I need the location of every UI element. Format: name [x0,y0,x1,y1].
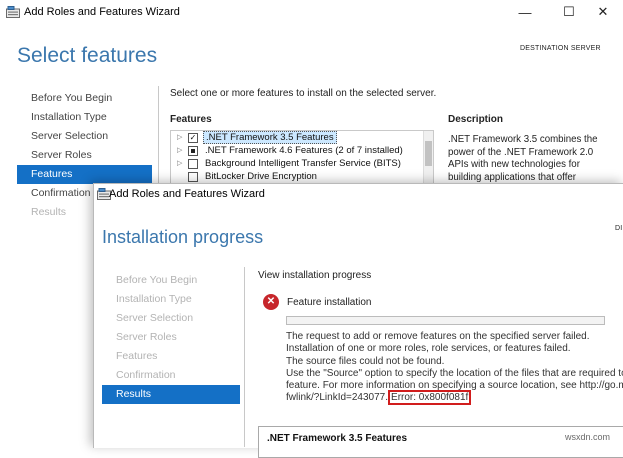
expand-arrow-icon[interactable]: ▷ [177,157,182,170]
nav-divider [244,267,245,447]
nav-server-roles: Server Roles [116,331,177,343]
nav-confirmation: Confirmation [116,369,176,381]
installation-details: The request to add or remove features on… [286,331,623,406]
error-icon: ✕ [263,294,279,310]
installation-progress-bar [286,316,605,325]
checkbox-unchecked-icon[interactable] [188,172,198,182]
details-last-line: fwlink/?LinkId=243077. Error: 0x800f081f [286,390,623,406]
nav-before-you-begin[interactable]: Before You Begin [17,89,152,108]
destination-server-label: DI [615,225,623,232]
progress-page-title: Installation progress [102,227,264,247]
description-line: power of the .NET Framework 2.0 [448,146,594,158]
features-header: Features [170,114,212,125]
details-line: Installation of one or more roles, role … [286,343,571,355]
expand-arrow-icon[interactable]: ▷ [177,131,182,144]
feature-row[interactable]: ▷ Background Intelligent Transfer Servic… [171,157,433,170]
window-title: Add Roles and Features Wizard [109,188,265,200]
nav-installation-type: Installation Type [116,293,192,305]
description-line: APIs with new technologies for [448,159,580,170]
title-bar[interactable]: Add Roles and Features Wizard [94,184,623,210]
nav-server-selection[interactable]: Server Selection [17,127,152,146]
feature-label: Background Intelligent Transfer Service … [205,158,401,169]
details-line: The source files could not be found. [286,355,445,367]
checkbox-checked-icon[interactable]: ✓ [188,133,198,143]
description-line: .NET Framework 3.5 combines the [448,134,598,145]
close-button[interactable]: ✕ [583,0,623,24]
result-feature-label: .NET Framework 3.5 Features [267,433,408,444]
nav-divider [158,86,159,186]
nav-before-you-begin: Before You Begin [116,274,198,286]
destination-server-label: DESTINATION SERVER [520,45,601,52]
feature-row[interactable]: ▷ .NET Framework 4.6 Features (2 of 7 in… [171,144,433,157]
feature-label: BitLocker Drive Encryption [205,171,317,182]
features-scrollbar[interactable] [423,131,433,186]
details-line: The request to add or remove features on… [286,331,590,342]
details-line: Use the "Source" option to specify the l… [286,367,623,379]
nav-server-roles[interactable]: Server Roles [17,146,152,165]
instruction-text: Select one or more features to install o… [170,88,437,99]
server-manager-icon [6,6,20,18]
nav-results[interactable]: Results [102,385,240,404]
nav-server-selection: Server Selection [116,312,194,324]
feature-label: .NET Framework 3.5 Features [203,131,337,144]
result-summary-box: .NET Framework 3.5 Features [258,426,623,458]
minimize-button[interactable]: — [505,0,545,24]
window-title: Add Roles and Features Wizard [24,6,180,18]
error-code: Error: 0x800f081f [388,390,472,406]
watermark: wsxdn.com [565,432,611,442]
feature-installation-label: Feature installation [287,297,372,308]
view-progress-label: View installation progress [258,270,372,281]
nav-features: Features [116,350,158,362]
wizard-nav: Before You Begin Installation Type Serve… [102,271,240,404]
checkbox-partial-icon[interactable] [188,146,198,156]
nav-features[interactable]: Features [17,165,152,184]
feature-row[interactable]: ▷ ✓ .NET Framework 3.5 Features [171,131,433,144]
checkbox-unchecked-icon[interactable] [188,159,198,169]
scrollbar-thumb[interactable] [425,141,432,166]
description-text: .NET Framework 3.5 combines the power of… [448,134,598,184]
features-tree[interactable]: ▷ ✓ .NET Framework 3.5 Features ▷ .NET F… [170,130,434,187]
description-header: Description [448,114,504,125]
feature-label: .NET Framework 4.6 Features (2 of 7 inst… [205,145,403,156]
page-title: Select features [17,44,158,67]
feature-row[interactable]: ▷ BitLocker Drive Encryption [171,170,433,183]
help-link[interactable]: fwlink/?LinkId=243077. [286,392,388,403]
expand-arrow-icon[interactable]: ▷ [177,144,182,157]
nav-installation-type[interactable]: Installation Type [17,108,152,127]
title-bar[interactable]: Add Roles and Features Wizard — ☐ ✕ [0,0,623,26]
